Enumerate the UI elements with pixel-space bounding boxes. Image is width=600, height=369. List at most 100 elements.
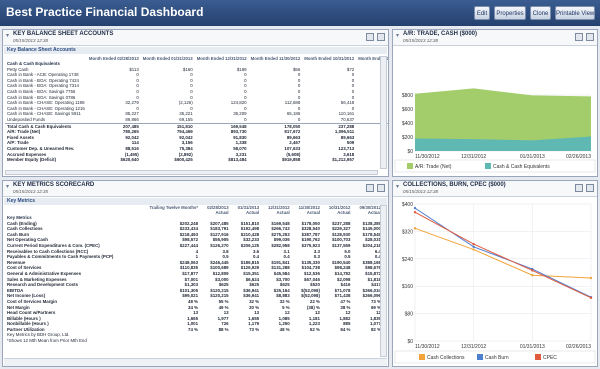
key-metrics-table: Trailing Twelve Months* 02/28/2013 01/31/2…: [5, 205, 383, 344]
printable-view-button[interactable]: Printable View: [555, 6, 595, 20]
row-label: Member Equity (Deficit): [7, 157, 57, 163]
footnote-row: *Shows 12 Mth Mean from Prior Mth End: [5, 338, 383, 344]
y-tick-label: $400: [402, 121, 413, 127]
export-icon[interactable]: [575, 184, 583, 192]
ar-cash-chart-panel: ▾ A/R: TRADE, CASH ($000) 05/15/2013 12:…: [392, 29, 598, 177]
properties-button[interactable]: Properties: [494, 6, 526, 20]
legend-label: A/R: Trade (Net): [415, 164, 452, 170]
y-tick-label: $240: [402, 257, 413, 263]
export-icon[interactable]: [366, 33, 374, 41]
panel-title: COLLECTIONS, BURN, CPEC ($000): [403, 182, 506, 188]
x-tick-label: 12/31/2012: [461, 154, 486, 160]
legend-swatch: [407, 163, 413, 169]
clone-button[interactable]: Clone: [530, 6, 551, 20]
panel-header: ▾ KEY METRICS SCORECARD 05/15/2013 12:35: [3, 181, 388, 197]
grid-view-icon[interactable]: [377, 33, 385, 41]
row-label: Cash in Bank - ACB: Operating 1748: [7, 72, 79, 78]
table-subheader: Key Metrics: [4, 198, 387, 205]
panel-title: KEY METRICS SCORECARD: [13, 182, 95, 188]
cell-value: 84 %: [340, 326, 351, 332]
data-point: [589, 296, 593, 300]
cell-value: 74 %: [188, 326, 199, 332]
column-header[interactable]: Month Ended 11/30/2012: [249, 56, 303, 61]
grid-view-icon[interactable]: [377, 184, 385, 192]
data-point: [413, 211, 417, 214]
collapse-icon[interactable]: ▾: [6, 32, 9, 39]
key-metrics-panel: ▾ KEY METRICS SCORECARD 05/15/2013 12:35…: [2, 180, 389, 367]
y-tick-label: $320: [402, 229, 413, 235]
panel-header: ▾ A/R: TRADE, CASH ($000) 05/15/2013 12:…: [393, 30, 597, 46]
cell-value: $620,640: [120, 157, 139, 163]
data-point: [589, 276, 593, 280]
column-subheader: Actual: [245, 210, 260, 215]
row-label: Cash in Bank - BOA: Savings 7756: [7, 88, 76, 94]
legend-swatch: [477, 354, 483, 360]
column-header[interactable]: Month Ended 02/28/2013: [87, 56, 141, 61]
collapse-icon[interactable]: ▾: [6, 183, 9, 190]
panel-date: 05/15/2013 12:35: [13, 189, 49, 194]
y-tick-label: $160: [402, 284, 413, 290]
table-subheader: Key Balance Sheet Accounts: [4, 47, 387, 54]
ar-cash-area-chart: $0 $200 $400 $600 $800 11/30/2012 12/31/2012 01…: [394, 88, 596, 173]
series-line-0: [414, 227, 592, 279]
y-tick-label: $80: [405, 312, 414, 318]
cell-value: $1,212,957: [332, 157, 355, 163]
column-subheader: Actual: [367, 210, 381, 215]
table-row: Member Equity (Deficit) $620,640 $600,425 $…: [5, 157, 388, 163]
panel-date: 05/15/2013 12:38: [403, 189, 439, 194]
dashboard-title: Best Practice Financial Dashboard: [6, 5, 204, 19]
y-tick-label: $600: [402, 107, 413, 113]
collapse-icon[interactable]: ▾: [396, 183, 399, 190]
table-footer: [4, 358, 387, 366]
chart-view-icon[interactable]: [586, 184, 594, 192]
y-tick-label: $0: [407, 149, 413, 155]
cell-value: 52 %: [309, 326, 320, 332]
collapse-icon[interactable]: ▾: [396, 32, 399, 39]
column-header[interactable]: Month Ended 01/31/2013: [141, 56, 195, 61]
legend-label: Cash Collections: [427, 355, 465, 361]
cell-value: 48 %: [279, 326, 290, 332]
cell-value: $600,425: [174, 157, 193, 163]
x-tick-label: 12/31/2012: [461, 344, 486, 350]
y-tick-label: $400: [402, 202, 413, 208]
x-tick-label: 11/30/2012: [415, 344, 440, 350]
vertical-scrollbar[interactable]: [380, 205, 387, 357]
data-point: [472, 242, 475, 246]
edit-button[interactable]: Edit: [474, 6, 490, 20]
column-header[interactable]: Month Ended 12/31/2012: [195, 56, 249, 61]
column-subheader: Actual: [276, 210, 290, 215]
y-tick-label: $200: [402, 135, 413, 141]
export-icon[interactable]: [366, 184, 374, 192]
column-header[interactable]: Month Ended 10/31/2012: [302, 56, 356, 61]
balance-sheet-panel: ▾ KEY BALANCE SHEET ACCOUNTS 05/15/2013 …: [2, 29, 389, 177]
series-line-1: [414, 207, 592, 298]
row-label: Cash in Bank - CHASE: Operating 1198: [7, 100, 85, 106]
panel-date: 05/15/2013 12:38: [403, 38, 439, 43]
x-tick-label: 02/26/2013: [566, 154, 591, 160]
export-icon[interactable]: [575, 33, 583, 41]
panel-title: A/R: TRADE, CASH ($000): [403, 31, 478, 37]
y-tick-label: $0: [407, 339, 413, 345]
x-tick-label: 01/31/2013: [520, 154, 545, 160]
column-subheader: Actual: [337, 210, 351, 215]
legend-swatch: [535, 354, 541, 360]
cell-value: 88 %: [218, 326, 229, 332]
data-point: [472, 245, 475, 249]
vertical-scrollbar[interactable]: [380, 56, 387, 169]
cell-value: $813,484: [228, 157, 247, 163]
column-subheader: Actual: [215, 210, 229, 215]
column-subheader: [137, 210, 200, 215]
footnote-trailing: *Shows 12 Mth Mean from Prior Mth End: [7, 338, 87, 344]
cell-value: 82 %: [370, 326, 381, 332]
panel-date: 05/15/2013 12:38: [13, 38, 49, 43]
chart-view-icon[interactable]: [586, 33, 594, 41]
y-tick-label: $800: [402, 93, 413, 99]
panel-header: ▾ COLLECTIONS, BURN, CPEC ($000) 05/15/2…: [393, 181, 597, 197]
column-subheader: Actual: [306, 210, 320, 215]
balance-sheet-table: Month Ended 02/28/2013 Month Ended 01/31/…: [5, 56, 388, 163]
horizontal-scrollbar[interactable]: [5, 170, 378, 175]
collections-burn-line-chart: $0 $80 $160 $240 $320 $400 11/30/2012 12/31/201…: [394, 202, 596, 364]
cell-value: $919,858: [281, 157, 301, 163]
panel-header: ▾ KEY BALANCE SHEET ACCOUNTS 05/15/2013 …: [3, 30, 388, 46]
x-tick-label: 01/31/2013: [520, 344, 545, 350]
